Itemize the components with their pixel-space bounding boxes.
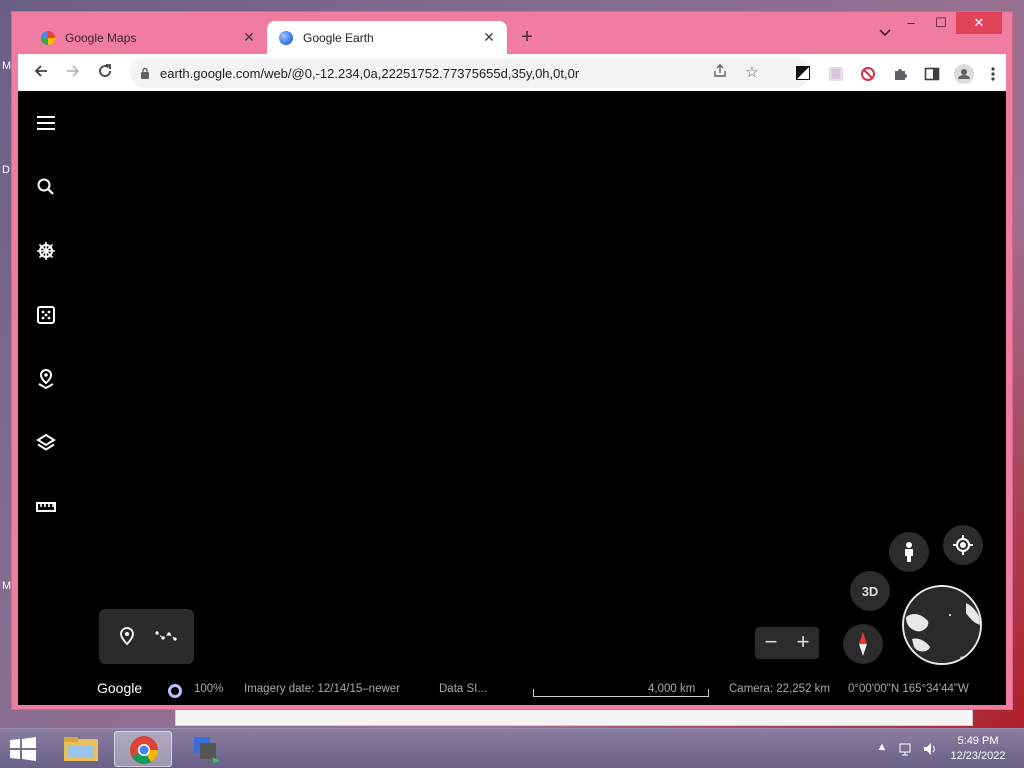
tab-search-button[interactable] xyxy=(878,27,892,41)
chevron-down-icon xyxy=(879,29,891,37)
add-placemark-icon[interactable] xyxy=(116,625,138,647)
browser-window: Google Maps ✕ Google Earth ✕ + – ☐ ✕ ear… xyxy=(11,11,1013,710)
taskbar: ▲ 5:49 PM 12/23/2022 xyxy=(0,728,1024,768)
contrast-extension-icon[interactable] xyxy=(796,66,812,82)
chrome-icon xyxy=(130,736,158,764)
scale-label[interactable]: 4,000 km xyxy=(648,683,695,695)
globe-minimap[interactable] xyxy=(902,585,982,665)
share-icon[interactable] xyxy=(710,63,730,83)
clock-time: 5:49 PM xyxy=(957,735,999,747)
back-icon xyxy=(34,65,47,77)
google-logo: Google xyxy=(97,680,143,696)
measure-icon[interactable] xyxy=(34,495,58,519)
close-button[interactable]: ✕ xyxy=(956,12,1002,34)
loading-progress-icon xyxy=(168,684,182,698)
my-location-icon xyxy=(953,535,973,555)
tab-title: Google Maps xyxy=(65,30,137,45)
coordinates: 0°00'00"N 165°34'44"W xyxy=(848,683,969,695)
tab-google-earth[interactable]: Google Earth ✕ xyxy=(267,21,507,54)
forward-icon xyxy=(67,65,80,77)
menu-icon[interactable] xyxy=(34,111,58,135)
3d-toggle-button[interactable]: 3D xyxy=(850,571,890,611)
new-tab-button[interactable]: + xyxy=(517,27,537,47)
status-bar: Google 100% Imagery date: 12/14/15–newer… xyxy=(18,679,1006,701)
minimize-button[interactable]: – xyxy=(896,12,926,34)
zoom-controls: − + xyxy=(755,627,819,659)
desktop-icon-label[interactable]: M xyxy=(2,60,11,72)
window-controls: – ☐ ✕ xyxy=(896,12,1002,34)
clock-date: 12/23/2022 xyxy=(950,750,1006,762)
profile-icon[interactable] xyxy=(954,64,974,84)
draw-path-icon[interactable] xyxy=(154,625,177,647)
clock[interactable]: 5:49 PM 12/23/2022 xyxy=(946,734,1010,764)
close-tab-icon[interactable]: ✕ xyxy=(241,29,257,45)
tab-bar: Google Maps ✕ Google Earth ✕ + – ☐ ✕ xyxy=(12,12,1012,54)
remote-app-icon xyxy=(194,737,220,763)
close-tab-icon[interactable]: ✕ xyxy=(481,29,497,45)
desktop-icon-label[interactable]: D xyxy=(2,164,10,176)
folder-icon xyxy=(64,737,98,761)
pegman-button[interactable] xyxy=(889,532,929,572)
back-button[interactable] xyxy=(30,62,52,84)
imagery-date: Imagery date: 12/14/15–newer xyxy=(244,683,400,695)
globe-icon xyxy=(904,587,980,663)
network-icon[interactable] xyxy=(898,741,914,757)
browser-toolbar: earth.google.com/web/@0,-12.234,0a,22251… xyxy=(18,54,1006,91)
reload-icon xyxy=(99,64,111,77)
feeling-lucky-icon[interactable] xyxy=(34,303,58,327)
url-text[interactable]: earth.google.com/web/@0,-12.234,0a,22251… xyxy=(160,66,579,81)
earth-viewport[interactable]: 3D − + Google 100% Imagery date: 12/14/1… xyxy=(18,91,1006,705)
tab-google-maps[interactable]: Google Maps ✕ xyxy=(29,21,267,54)
pegman-icon xyxy=(905,542,913,562)
add-place-panel xyxy=(99,609,194,664)
extension-icon[interactable] xyxy=(828,66,844,82)
sidepanel-icon[interactable] xyxy=(924,66,940,82)
compass-button[interactable] xyxy=(843,624,883,664)
tab-title: Google Earth xyxy=(303,30,374,45)
star-icon[interactable]: ☆ xyxy=(742,63,762,83)
lock-icon[interactable] xyxy=(140,67,150,79)
volume-icon[interactable] xyxy=(922,741,938,757)
show-hidden-icons-icon[interactable]: ▲ xyxy=(874,741,890,757)
google-maps-favicon-icon xyxy=(41,30,55,45)
google-earth-favicon-icon xyxy=(279,30,293,45)
taskbar-file-explorer[interactable] xyxy=(52,731,110,767)
more-icon[interactable] xyxy=(990,66,1006,82)
load-percent: 100% xyxy=(194,683,224,695)
map-style-icon[interactable] xyxy=(34,431,58,455)
maximize-button[interactable]: ☐ xyxy=(926,12,956,34)
forward-button[interactable] xyxy=(62,62,84,84)
desktop-icon-label[interactable]: M xyxy=(2,580,11,592)
camera-altitude: Camera: 22,252 km xyxy=(729,683,830,695)
taskbar-chrome[interactable] xyxy=(114,731,172,767)
taskbar-remote-app[interactable] xyxy=(176,731,234,767)
data-attribution[interactable]: Data SI... xyxy=(439,683,487,695)
voyager-icon[interactable] xyxy=(34,239,58,263)
puzzle-icon[interactable] xyxy=(892,66,908,82)
reload-button[interactable] xyxy=(94,62,116,84)
search-icon[interactable] xyxy=(34,175,58,199)
address-bar[interactable]: earth.google.com/web/@0,-12.234,0a,22251… xyxy=(130,58,810,88)
zoom-in-button[interactable]: + xyxy=(787,627,819,659)
start-button[interactable] xyxy=(8,737,38,761)
compass-icon xyxy=(859,632,867,656)
zoom-out-button[interactable]: − xyxy=(755,627,787,659)
block-extension-icon[interactable] xyxy=(860,66,876,82)
projects-icon[interactable] xyxy=(34,367,58,391)
my-location-button[interactable] xyxy=(943,525,983,565)
windows-logo-icon xyxy=(10,737,36,761)
